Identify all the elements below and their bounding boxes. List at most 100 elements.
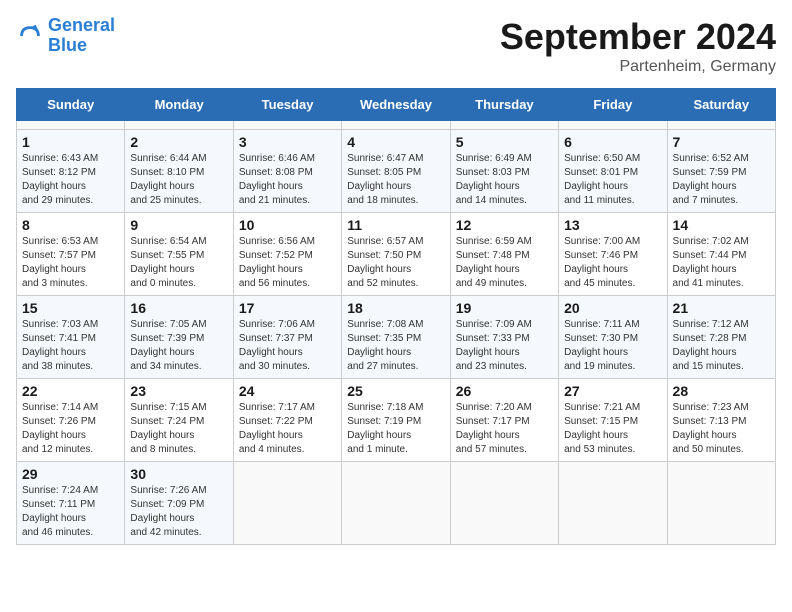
day-number: 12 xyxy=(456,217,553,233)
day-info: Sunrise: 7:23 AMSunset: 7:13 PMDaylight … xyxy=(673,401,770,457)
col-thursday: Thursday xyxy=(450,89,558,121)
day-cell: 30 Sunrise: 7:26 AMSunset: 7:09 PMDayligh… xyxy=(125,462,233,545)
day-info: Sunrise: 6:44 AMSunset: 8:10 PMDaylight … xyxy=(130,152,227,208)
day-info: Sunrise: 7:11 AMSunset: 7:30 PMDaylight … xyxy=(564,318,661,374)
day-info: Sunrise: 6:52 AMSunset: 7:59 PMDaylight … xyxy=(673,152,770,208)
empty-cell xyxy=(450,121,558,130)
day-info: Sunrise: 6:50 AMSunset: 8:01 PMDaylight … xyxy=(564,152,661,208)
day-cell: 26 Sunrise: 7:20 AMSunset: 7:17 PMDayligh… xyxy=(450,379,558,462)
day-cell: 21Sunrise: 7:12 AMSunset: 7:28 PMDayligh… xyxy=(667,296,775,379)
day-info: Sunrise: 6:49 AMSunset: 8:03 PMDaylight … xyxy=(456,152,553,208)
col-saturday: Saturday xyxy=(667,89,775,121)
day-number: 6 xyxy=(564,134,661,150)
empty-cell xyxy=(233,121,341,130)
logo-blue: Blue xyxy=(48,35,87,55)
empty-cell xyxy=(667,462,775,545)
empty-cell xyxy=(17,121,125,130)
day-number: 5 xyxy=(456,134,553,150)
day-info: Sunrise: 7:20 AMSunset: 7:17 PMDaylight … xyxy=(456,401,553,457)
day-number: 1 xyxy=(22,134,119,150)
logo: General Blue xyxy=(16,16,115,56)
day-number: 30 xyxy=(130,466,227,482)
empty-cell xyxy=(559,121,667,130)
empty-cell xyxy=(233,462,341,545)
week-row: 29 Sunrise: 7:24 AMSunset: 7:11 PMDayligh… xyxy=(17,462,776,545)
day-number: 7 xyxy=(673,134,770,150)
day-number: 25 xyxy=(347,383,444,399)
day-info: Sunrise: 7:24 AMSunset: 7:11 PMDaylight … xyxy=(22,484,119,540)
day-info: Sunrise: 7:03 AMSunset: 7:41 PMDaylight … xyxy=(22,318,119,374)
week-row: 1 Sunrise: 6:43 AMSunset: 8:12 PMDaylight… xyxy=(17,130,776,213)
day-info: Sunrise: 7:06 AMSunset: 7:37 PMDaylight … xyxy=(239,318,336,374)
day-number: 9 xyxy=(130,217,227,233)
day-cell: 1 Sunrise: 6:43 AMSunset: 8:12 PMDaylight… xyxy=(17,130,125,213)
day-cell: 6 Sunrise: 6:50 AMSunset: 8:01 PMDaylight… xyxy=(559,130,667,213)
week-row: 8Sunrise: 6:53 AMSunset: 7:57 PMDaylight… xyxy=(17,213,776,296)
day-number: 21 xyxy=(673,300,770,316)
day-cell: 19Sunrise: 7:09 AMSunset: 7:33 PMDayligh… xyxy=(450,296,558,379)
day-cell: 17 Sunrise: 7:06 AMSunset: 7:37 PMDayligh… xyxy=(233,296,341,379)
day-info: Sunrise: 6:57 AMSunset: 7:50 PMDaylight … xyxy=(347,235,444,291)
day-cell: 28 Sunrise: 7:23 AMSunset: 7:13 PMDayligh… xyxy=(667,379,775,462)
col-tuesday: Tuesday xyxy=(233,89,341,121)
day-number: 23 xyxy=(130,383,227,399)
day-number: 19 xyxy=(456,300,553,316)
day-number: 4 xyxy=(347,134,444,150)
empty-cell xyxy=(450,462,558,545)
day-info: Sunrise: 7:02 AMSunset: 7:44 PMDaylight … xyxy=(673,235,770,291)
day-number: 26 xyxy=(456,383,553,399)
day-number: 22 xyxy=(22,383,119,399)
day-number: 3 xyxy=(239,134,336,150)
empty-cell xyxy=(342,121,450,130)
day-info: Sunrise: 7:26 AMSunset: 7:09 PMDaylight … xyxy=(130,484,227,540)
day-info: Sunrise: 6:56 AMSunset: 7:52 PMDaylight … xyxy=(239,235,336,291)
week-row: 15 Sunrise: 7:03 AMSunset: 7:41 PMDayligh… xyxy=(17,296,776,379)
day-number: 17 xyxy=(239,300,336,316)
day-number: 15 xyxy=(22,300,119,316)
day-number: 28 xyxy=(673,383,770,399)
col-wednesday: Wednesday xyxy=(342,89,450,121)
day-info: Sunrise: 7:14 AMSunset: 7:26 PMDaylight … xyxy=(22,401,119,457)
day-cell: 27 Sunrise: 7:21 AMSunset: 7:15 PMDayligh… xyxy=(559,379,667,462)
day-info: Sunrise: 7:17 AMSunset: 7:22 PMDaylight … xyxy=(239,401,336,457)
day-number: 20 xyxy=(564,300,661,316)
day-cell: 4 Sunrise: 6:47 AMSunset: 8:05 PMDaylight… xyxy=(342,130,450,213)
day-cell: 9 Sunrise: 6:54 AMSunset: 7:55 PMDaylight… xyxy=(125,213,233,296)
week-row xyxy=(17,121,776,130)
day-info: Sunrise: 6:43 AMSunset: 8:12 PMDaylight … xyxy=(22,152,119,208)
day-cell: 29 Sunrise: 7:24 AMSunset: 7:11 PMDayligh… xyxy=(17,462,125,545)
day-cell: 25Sunrise: 7:18 AMSunset: 7:19 PMDayligh… xyxy=(342,379,450,462)
day-number: 8 xyxy=(22,217,119,233)
day-info: Sunrise: 7:08 AMSunset: 7:35 PMDaylight … xyxy=(347,318,444,374)
day-number: 2 xyxy=(130,134,227,150)
day-number: 29 xyxy=(22,466,119,482)
day-cell: 10 Sunrise: 6:56 AMSunset: 7:52 PMDayligh… xyxy=(233,213,341,296)
day-number: 14 xyxy=(673,217,770,233)
logo-general: General xyxy=(48,15,115,35)
day-cell: 14 Sunrise: 7:02 AMSunset: 7:44 PMDayligh… xyxy=(667,213,775,296)
day-info: Sunrise: 7:00 AMSunset: 7:46 PMDaylight … xyxy=(564,235,661,291)
col-sunday: Sunday xyxy=(17,89,125,121)
empty-cell xyxy=(667,121,775,130)
week-row: 22 Sunrise: 7:14 AMSunset: 7:26 PMDayligh… xyxy=(17,379,776,462)
empty-cell xyxy=(125,121,233,130)
day-number: 27 xyxy=(564,383,661,399)
col-friday: Friday xyxy=(559,89,667,121)
day-info: Sunrise: 7:15 AMSunset: 7:24 PMDaylight … xyxy=(130,401,227,457)
day-info: Sunrise: 7:21 AMSunset: 7:15 PMDaylight … xyxy=(564,401,661,457)
empty-cell xyxy=(559,462,667,545)
day-info: Sunrise: 6:47 AMSunset: 8:05 PMDaylight … xyxy=(347,152,444,208)
calendar-header: Sunday Monday Tuesday Wednesday Thursday… xyxy=(17,89,776,121)
title-area: September 2024 Partenheim, Germany xyxy=(500,16,776,76)
day-cell: 3Sunrise: 6:46 AMSunset: 8:08 PMDaylight… xyxy=(233,130,341,213)
day-number: 24 xyxy=(239,383,336,399)
header: General Blue September 2024 Partenheim, … xyxy=(16,16,776,76)
day-number: 18 xyxy=(347,300,444,316)
header-row: Sunday Monday Tuesday Wednesday Thursday… xyxy=(17,89,776,121)
day-cell: 22 Sunrise: 7:14 AMSunset: 7:26 PMDayligh… xyxy=(17,379,125,462)
day-cell: 5 Sunrise: 6:49 AMSunset: 8:03 PMDaylight… xyxy=(450,130,558,213)
day-info: Sunrise: 6:59 AMSunset: 7:48 PMDaylight … xyxy=(456,235,553,291)
day-info: Sunrise: 6:54 AMSunset: 7:55 PMDaylight … xyxy=(130,235,227,291)
day-number: 16 xyxy=(130,300,227,316)
day-number: 10 xyxy=(239,217,336,233)
